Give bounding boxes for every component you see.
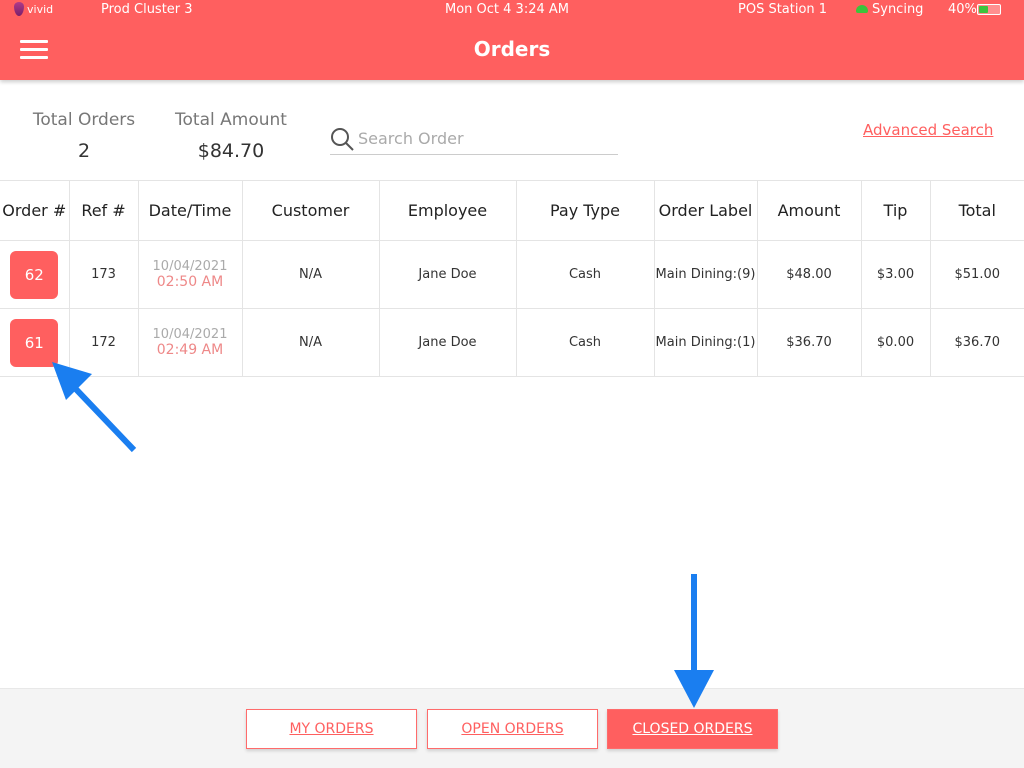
vivid-logo: vivid xyxy=(14,2,53,16)
page-title: Orders xyxy=(473,37,551,61)
table-header: Order # Ref # Date/Time Customer Employe… xyxy=(0,180,1024,241)
table-row[interactable]: 61 172 10/04/2021 02:49 AM N/A Jane Doe C… xyxy=(0,308,1024,377)
search-icon xyxy=(331,128,354,151)
col-amount: Amount xyxy=(756,180,862,241)
app-header: vivid Prod Cluster 3 Mon Oct 4 3:24 AM P… xyxy=(0,0,1024,80)
my-orders-button[interactable]: MY ORDERS xyxy=(246,709,417,749)
datetime-cell: 10/04/2021 02:49 AM xyxy=(137,308,243,377)
footer-tabs: MY ORDERS OPEN ORDERS CLOSED ORDERS xyxy=(0,688,1024,768)
sync-text: Syncing xyxy=(872,2,924,17)
customer-cell: N/A xyxy=(241,240,380,309)
order-number-button[interactable]: 61 xyxy=(10,318,59,367)
label-cell: Main Dining:(1) xyxy=(653,308,758,377)
search-input[interactable] xyxy=(358,129,613,148)
advanced-search-link[interactable]: Advanced Search xyxy=(863,121,993,139)
col-order: Order # xyxy=(0,180,70,241)
logo-icon xyxy=(14,2,24,16)
cloud-icon xyxy=(856,5,868,13)
total-orders-label: Total Orders xyxy=(32,110,136,130)
paytype-cell: Cash xyxy=(515,240,655,309)
total-orders: Total Orders 2 xyxy=(28,110,140,162)
col-ref: Ref # xyxy=(68,180,139,241)
paytype-cell: Cash xyxy=(515,308,655,377)
employee-cell: Jane Doe xyxy=(378,308,517,377)
col-customer: Customer xyxy=(241,180,380,241)
order-cell: 62 xyxy=(0,240,70,309)
tip-cell: $3.00 xyxy=(860,240,931,309)
total-cell: $36.70 xyxy=(929,308,1024,377)
search-bar xyxy=(330,127,618,155)
date: 10/04/2021 xyxy=(152,259,228,274)
battery-icon xyxy=(976,4,1001,15)
total-orders-value: 2 xyxy=(77,140,91,162)
orders-table: Order # Ref # Date/Time Customer Employe… xyxy=(0,180,1024,377)
col-datetime: Date/Time xyxy=(137,180,243,241)
datetime-cell: 10/04/2021 02:50 AM xyxy=(137,240,243,309)
customer-cell: N/A xyxy=(241,308,380,377)
ref-cell: 173 xyxy=(68,240,139,309)
label-cell: Main Dining:(9) xyxy=(653,240,758,309)
status-datetime: Mon Oct 4 3:24 AM xyxy=(445,2,569,17)
open-orders-button[interactable]: OPEN ORDERS xyxy=(427,709,598,749)
col-paytype: Pay Type xyxy=(515,180,655,241)
closed-orders-button[interactable]: CLOSED ORDERS xyxy=(607,709,778,749)
table-row[interactable]: 62 173 10/04/2021 02:50 AM N/A Jane Doe C… xyxy=(0,240,1024,309)
total-amount-value: $84.70 xyxy=(197,140,265,162)
amount-cell: $36.70 xyxy=(756,308,862,377)
total-amount: Total Amount $84.70 xyxy=(166,110,296,162)
total-cell: $51.00 xyxy=(929,240,1024,309)
station-name: POS Station 1 xyxy=(738,2,828,17)
date: 10/04/2021 xyxy=(152,327,228,342)
sync-status: Syncing xyxy=(856,2,923,17)
annotation-arrows xyxy=(52,362,714,708)
employee-cell: Jane Doe xyxy=(378,240,517,309)
battery-status: 40% xyxy=(948,2,1001,17)
ref-cell: 172 xyxy=(68,308,139,377)
col-tip: Tip xyxy=(860,180,931,241)
tip-cell: $0.00 xyxy=(860,308,931,377)
order-cell: 61 xyxy=(0,308,70,377)
battery-text: 40% xyxy=(948,2,977,17)
col-label: Order Label xyxy=(653,180,758,241)
cluster-name: Prod Cluster 3 xyxy=(101,2,193,17)
col-employee: Employee xyxy=(378,180,517,241)
time: 02:49 AM xyxy=(156,342,224,358)
total-amount-label: Total Amount xyxy=(175,110,287,130)
amount-cell: $48.00 xyxy=(756,240,862,309)
col-total: Total xyxy=(929,180,1024,241)
brand-text: vivid xyxy=(27,2,54,16)
order-number-button[interactable]: 62 xyxy=(10,250,59,299)
time: 02:50 AM xyxy=(156,274,224,290)
